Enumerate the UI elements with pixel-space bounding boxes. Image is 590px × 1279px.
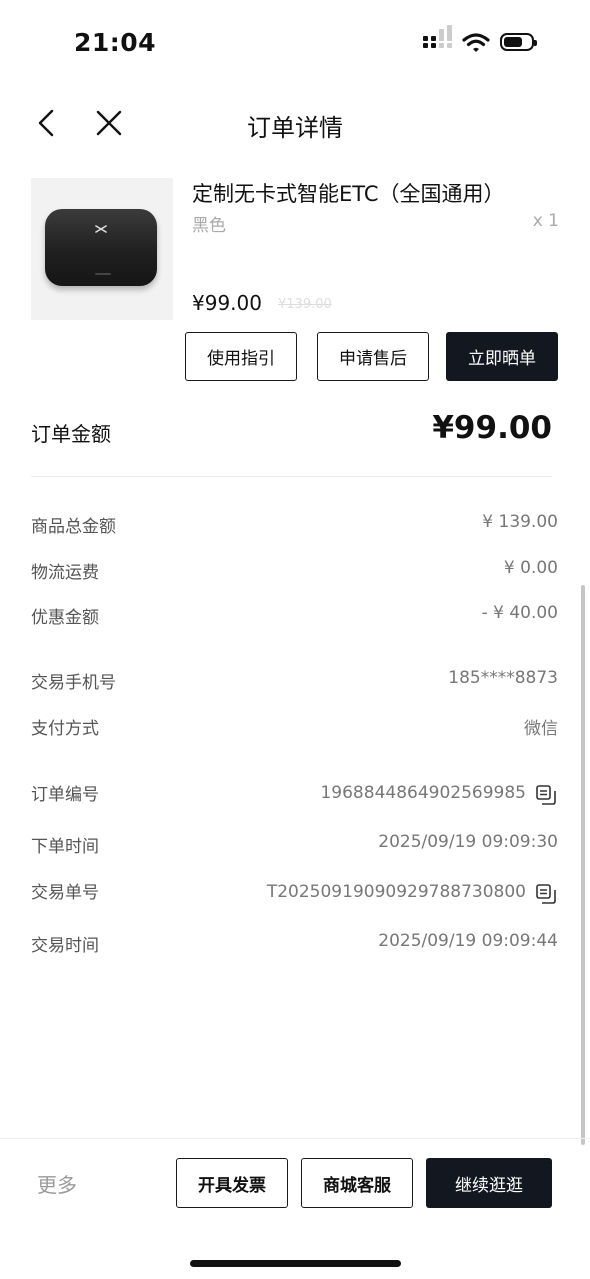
payment-row: 支付方式 微信 bbox=[31, 714, 558, 740]
phone-value: 185****8873 bbox=[448, 668, 558, 688]
order-number-value: 1968844864902569985 bbox=[320, 783, 526, 803]
payment-label: 支付方式 bbox=[31, 719, 99, 739]
product-quantity: x 1 bbox=[532, 211, 559, 231]
page-title: 订单详情 bbox=[247, 114, 343, 142]
copy-order-number-icon[interactable] bbox=[535, 784, 557, 806]
goods-total-row: 商品总金额 ¥ 139.00 bbox=[31, 512, 558, 538]
invoice-button[interactable]: 开具发票 bbox=[176, 1158, 288, 1208]
more-link[interactable]: 更多 bbox=[37, 1169, 77, 1198]
order-total-label: 订单金额 bbox=[31, 422, 111, 446]
phone-row: 交易手机号 185****8873 bbox=[31, 668, 558, 694]
status-bar: 21:04 bbox=[0, 0, 590, 88]
customer-service-button[interactable]: 商城客服 bbox=[301, 1158, 413, 1208]
trade-time-value: 2025/09/19 09:09:44 bbox=[378, 931, 558, 951]
order-time-label: 下单时间 bbox=[31, 837, 99, 857]
shipping-value: ¥ 0.00 bbox=[503, 558, 558, 578]
order-number-row: 订单编号 1968844864902569985 bbox=[31, 780, 558, 806]
payment-value: 微信 bbox=[524, 719, 558, 739]
wifi-icon bbox=[462, 33, 490, 52]
home-indicator[interactable] bbox=[190, 1260, 401, 1267]
usage-guide-button[interactable]: 使用指引 bbox=[185, 332, 297, 381]
copy-trade-number-icon[interactable] bbox=[535, 883, 557, 905]
order-total-value: ¥99.00 bbox=[432, 410, 552, 446]
share-order-button[interactable]: 立即晒单 bbox=[446, 332, 558, 381]
discount-value: - ¥ 40.00 bbox=[481, 603, 558, 623]
order-time-row: 下单时间 2025/09/19 09:09:30 bbox=[31, 832, 558, 858]
nav-bar: 订单详情 bbox=[0, 96, 590, 152]
continue-shopping-button[interactable]: 继续逛逛 bbox=[426, 1158, 552, 1208]
bottom-action-bar: 更多 开具发票 商城客服 继续逛逛 bbox=[0, 1138, 590, 1279]
goods-total-value: ¥ 139.00 bbox=[482, 512, 558, 532]
cellular-signal-icon bbox=[423, 25, 453, 53]
after-sales-button[interactable]: 申请售后 bbox=[317, 332, 429, 381]
product-variant: 黑色 bbox=[192, 216, 226, 236]
etc-device-image bbox=[45, 209, 157, 286]
order-time-value: 2025/09/19 09:09:30 bbox=[378, 832, 558, 852]
divider bbox=[31, 476, 552, 477]
product-original-price: ¥139.00 bbox=[278, 297, 332, 312]
battery-icon bbox=[500, 33, 537, 51]
status-time: 21:04 bbox=[74, 28, 157, 57]
product-name: 定制无卡式智能ETC（全国通用） bbox=[192, 182, 505, 206]
trade-time-label: 交易时间 bbox=[31, 936, 99, 956]
scrollbar[interactable] bbox=[581, 585, 585, 1145]
product-image bbox=[31, 178, 173, 320]
product-price: ¥99.00 bbox=[192, 291, 262, 315]
trade-time-row: 交易时间 2025/09/19 09:09:44 bbox=[31, 931, 558, 957]
discount-label: 优惠金额 bbox=[31, 608, 99, 628]
product-card[interactable]: 定制无卡式智能ETC（全国通用） 黑色 x 1 ¥99.00 ¥139.00 bbox=[31, 178, 559, 320]
shipping-row: 物流运费 ¥ 0.00 bbox=[31, 558, 558, 584]
discount-row: 优惠金额 - ¥ 40.00 bbox=[31, 603, 558, 629]
goods-total-label: 商品总金额 bbox=[31, 517, 116, 537]
trade-number-label: 交易单号 bbox=[31, 883, 99, 903]
trade-number-row: 交易单号 T2025091909092978873080​0 bbox=[31, 878, 558, 904]
shipping-label: 物流运费 bbox=[31, 563, 99, 583]
trade-number-value: T2025091909092978873080​0 bbox=[266, 882, 526, 902]
phone-label: 交易手机号 bbox=[31, 673, 116, 693]
brand-logo-icon bbox=[95, 225, 107, 233]
order-number-label: 订单编号 bbox=[31, 785, 99, 805]
order-total-row: 订单金额 ¥99.00 bbox=[31, 410, 552, 450]
